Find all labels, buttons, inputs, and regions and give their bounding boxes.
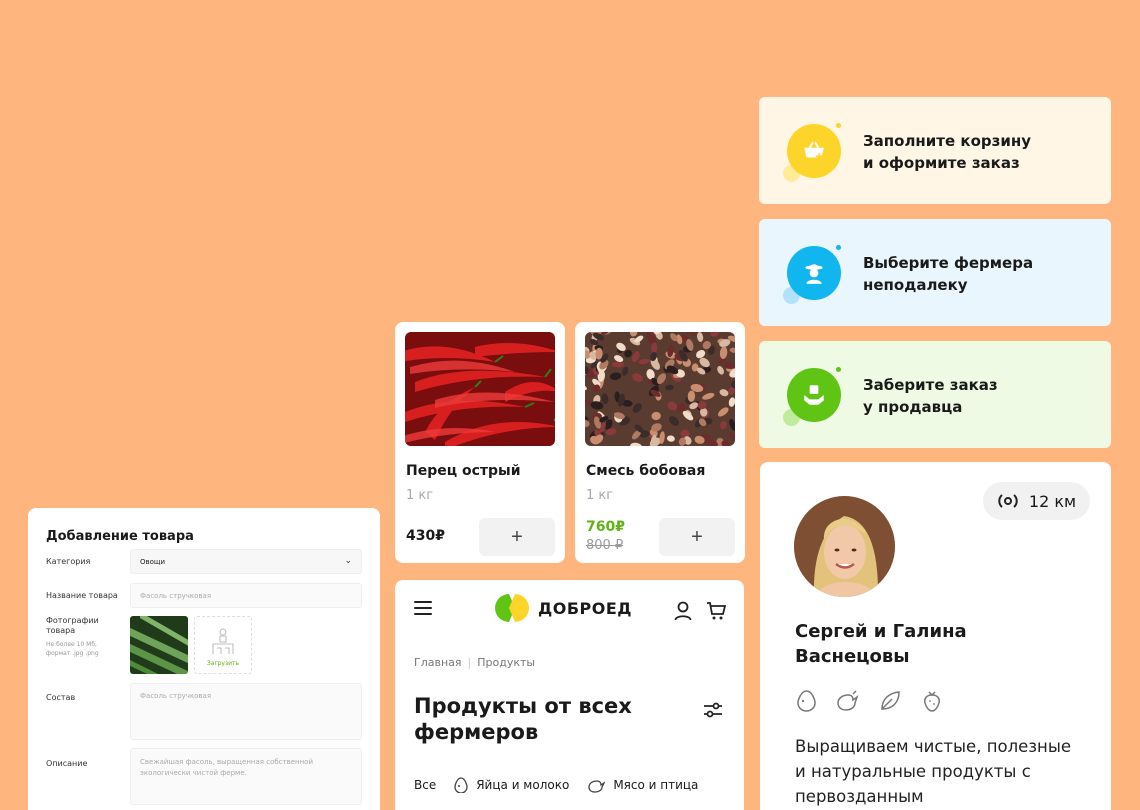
poultry-icon	[837, 690, 859, 711]
poultry-icon	[588, 780, 606, 793]
distance-value: 12 км	[1028, 491, 1077, 511]
product-card-pepper[interactable]: Перец острый 1 кг 430₽ +	[395, 322, 565, 563]
farmer-description: Выращиваем чистые, полезные и натуральны…	[795, 737, 1072, 806]
decor-dot	[836, 367, 841, 372]
photos-label: Фотографии товара	[46, 616, 99, 635]
filter-icon[interactable]	[703, 701, 723, 719]
category-label: Категория	[46, 557, 91, 566]
step-card-choose-farmer: Выберите фермера неподалеку	[759, 219, 1111, 326]
breadcrumb: Главная | Продукты	[414, 656, 535, 669]
avatar	[794, 496, 895, 597]
farmer-name: Сергей и Галина Васнецовы	[795, 621, 967, 667]
tab-all[interactable]: Все	[414, 777, 436, 793]
product-price: 430₽	[406, 528, 445, 544]
location-radar-icon	[998, 494, 1018, 508]
product-name-input[interactable]: Фасоль стручковая	[130, 583, 362, 608]
farmer-card[interactable]: 12 км Сергей и Галина Васнецовы Выращива…	[760, 462, 1111, 810]
basket-icon	[787, 124, 841, 178]
tab-label: Все	[414, 778, 437, 792]
mobile-products-page: ДОБРОЕД Главная | Продукты Продукты от все…	[395, 580, 744, 810]
name-label: Название товара	[46, 591, 118, 600]
beans-photo	[585, 332, 735, 446]
bean-texture	[611, 361, 624, 368]
product-old-price: 800 ₽	[586, 538, 624, 553]
upload-photo-button[interactable]: Загрузить	[194, 616, 252, 674]
farmer-icon	[787, 246, 841, 300]
egg-icon	[454, 777, 468, 793]
composition-textarea[interactable]: Фасоль стручковая	[130, 683, 362, 740]
tab-eggs-milk[interactable]: Яйца и молоко	[454, 777, 569, 793]
description-textarea[interactable]: Свежайшая фасоль, выращенная собственной…	[130, 748, 362, 805]
form-title: Добавление товара	[46, 529, 194, 544]
logo[interactable]: ДОБРОЕД	[495, 594, 632, 622]
hands-box-icon	[787, 368, 841, 422]
uploaded-photo-thumbnail[interactable]	[130, 616, 188, 674]
product-weight: 1 кг	[586, 488, 614, 503]
add-to-cart-button[interactable]: +	[659, 518, 735, 556]
brand-name: ДОБРОЕД	[538, 598, 633, 618]
upload-image-icon	[212, 628, 234, 654]
product-card-beans[interactable]: Смесь бобовая 1 кг 760₽ 800 ₽ +	[575, 322, 745, 563]
description-label: Описание	[46, 759, 88, 768]
egg-icon	[797, 690, 816, 712]
step-card-fill-basket: Заполните корзину и оформите заказ	[759, 97, 1111, 204]
farmer-categories	[796, 689, 943, 712]
breadcrumb-home[interactable]: Главная	[414, 656, 462, 669]
product-name: Перец острый	[406, 463, 521, 479]
composition-label: Состав	[46, 693, 76, 702]
category-select[interactable]: Овощи ⌄	[130, 549, 362, 574]
product-weight: 1 кг	[406, 488, 434, 503]
chevron-down-icon: ⌄	[344, 556, 352, 566]
berry-icon	[924, 691, 940, 712]
decor-dot	[836, 245, 841, 250]
logo-icon	[495, 594, 529, 622]
tab-label: Мясо и птица	[613, 778, 699, 792]
cart-icon[interactable]	[706, 601, 726, 621]
category-tabs: Все Яйца и молоко Мясо и птица	[414, 777, 698, 793]
add-to-cart-button[interactable]: +	[479, 518, 555, 556]
step-card-pickup: Заберите заказ у продавца	[759, 341, 1111, 448]
step-text: Заполните корзину и оформите заказ	[863, 132, 1031, 172]
breadcrumb-separator: |	[467, 656, 472, 669]
add-product-form: Добавление товара Категория Овощи ⌄ Назв…	[28, 508, 380, 810]
distance-badge: 12 км	[983, 482, 1090, 520]
product-sale-price: 760₽	[586, 519, 625, 535]
tab-meat-poultry[interactable]: Мясо и птица	[587, 777, 698, 793]
product-name: Смесь бобовая	[586, 463, 706, 479]
menu-icon[interactable]	[414, 601, 432, 619]
decor-dot	[836, 123, 841, 128]
tab-label: Яйца и молоко	[476, 778, 570, 792]
page-title: Продукты от всех фермеров	[414, 694, 632, 744]
upload-label: Загрузить	[206, 660, 240, 667]
photos-hint: Не более 10 Мб, формат .jpg .png	[46, 641, 99, 657]
category-value: Овощи	[140, 558, 166, 566]
user-icon[interactable]	[674, 601, 692, 621]
step-text: Заберите заказ у продавца	[863, 376, 998, 416]
pepper-photo	[405, 332, 555, 446]
breadcrumb-products[interactable]: Продукты	[477, 656, 535, 669]
step-text: Выберите фермера неподалеку	[863, 254, 1034, 294]
greens-icon	[881, 691, 900, 710]
